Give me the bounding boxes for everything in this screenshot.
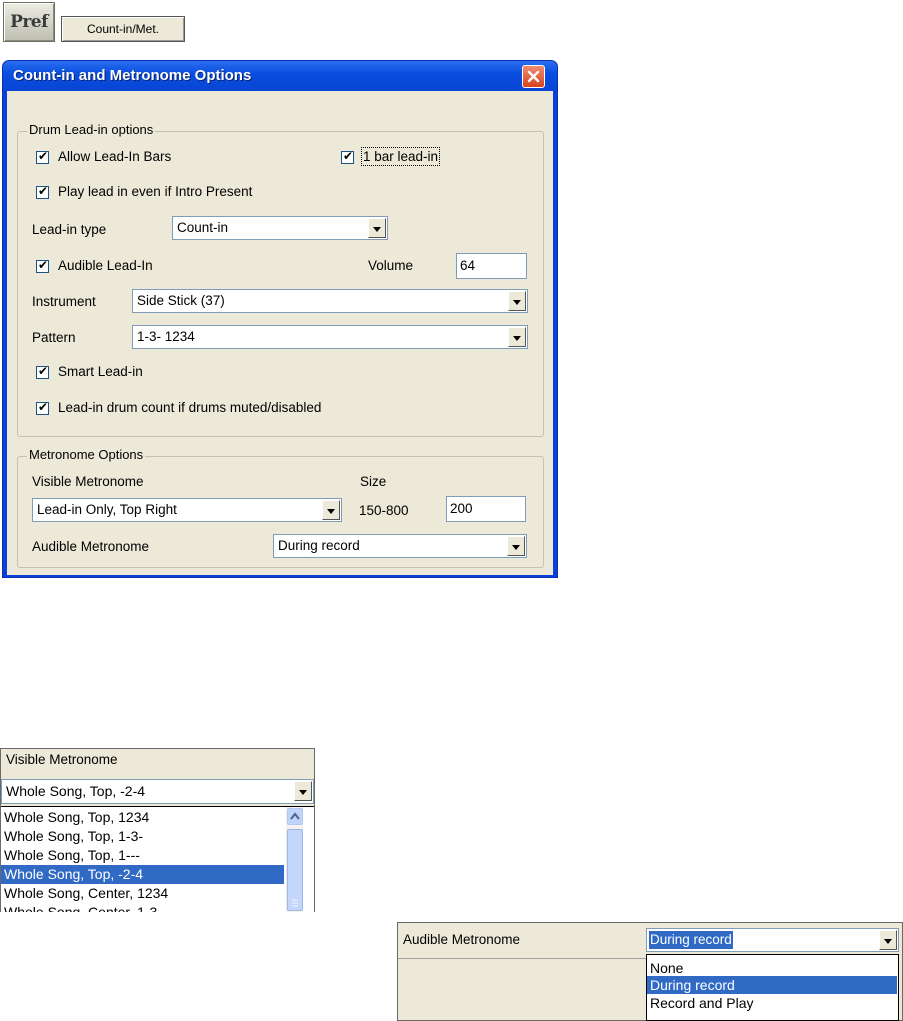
list-item[interactable]: Whole Song, Top, 1-3-: [1, 827, 284, 846]
visible-metronome-select[interactable]: Lead-in Only, Top Right: [32, 498, 342, 522]
grip-icon: [292, 899, 298, 907]
list-item-selected[interactable]: Whole Song, Top, -2-4: [1, 865, 284, 884]
pref-button-label: Pref: [10, 12, 48, 32]
chevron-down-icon[interactable]: [322, 500, 340, 520]
audible-metronome-popup-label: Audible Metronome: [403, 932, 521, 947]
drum-count-muted-label: Lead-in drum count if drums muted/disabl…: [58, 400, 322, 415]
list-item[interactable]: Record and Play: [647, 994, 897, 1012]
size-value: 200: [450, 501, 473, 516]
count-in-metronome-dialog: Count-in and Metronome Options Drum Lead…: [2, 60, 558, 578]
drum-leadin-legend: Drum Lead-in options: [27, 122, 156, 137]
one-bar-leadin-checkbox[interactable]: [341, 149, 354, 164]
pattern-label: Pattern: [32, 330, 76, 345]
size-input[interactable]: 200: [446, 496, 526, 522]
scroll-thumb[interactable]: [287, 829, 303, 911]
audible-leadin-label: Audible Lead-In: [58, 258, 153, 273]
audible-metronome-popup-select[interactable]: During record: [646, 928, 899, 952]
pattern-value: 1-3- 1234: [137, 329, 195, 344]
visible-metronome-list: Whole Song, Top, 1234 Whole Song, Top, 1…: [1, 806, 314, 912]
audible-metronome-select[interactable]: During record: [273, 534, 527, 558]
visible-metronome-label: Visible Metronome: [32, 474, 144, 489]
visible-metronome-popup: Visible Metronome Whole Song, Top, -2-4 …: [0, 748, 315, 912]
leadin-type-label: Lead-in type: [32, 222, 107, 237]
visible-metronome-popup-value: Whole Song, Top, -2-4: [6, 783, 146, 799]
volume-value: 64: [460, 258, 476, 273]
scroll-up-button[interactable]: [287, 808, 303, 825]
list-item[interactable]: None: [647, 960, 897, 976]
divider: [398, 958, 646, 959]
leadin-type-value: Count-in: [177, 220, 229, 235]
size-range-label: 150-800: [359, 503, 409, 518]
list-item-partial[interactable]: Whole Song, Center, 1-3-: [1, 903, 284, 912]
leadin-type-select[interactable]: Count-in: [172, 216, 388, 240]
instrument-value: Side Stick (37): [137, 293, 225, 308]
visible-metronome-popup-label: Visible Metronome: [6, 752, 118, 767]
play-leadin-intro-checkbox[interactable]: [36, 184, 49, 199]
chevron-down-icon[interactable]: [879, 930, 897, 950]
size-label: Size: [360, 474, 387, 489]
play-leadin-intro-label: Play lead in even if Intro Present: [58, 184, 253, 199]
list-item[interactable]: Whole Song, Center, 1234: [1, 884, 284, 903]
chevron-down-icon[interactable]: [294, 781, 312, 801]
audible-metronome-label: Audible Metronome: [32, 539, 150, 554]
instrument-label: Instrument: [32, 294, 96, 309]
drum-count-muted-checkbox[interactable]: [36, 400, 49, 415]
dialog-body: Drum Lead-in options Allow Lead-In Bars …: [7, 91, 553, 575]
chevron-up-icon: [290, 812, 300, 820]
pattern-select[interactable]: 1-3- 1234: [132, 325, 528, 349]
metronome-options-legend: Metronome Options: [27, 447, 146, 462]
instrument-select[interactable]: Side Stick (37): [132, 289, 528, 313]
visible-metronome-value: Lead-in Only, Top Right: [37, 502, 177, 517]
allow-leadin-label: Allow Lead-In Bars: [58, 149, 172, 164]
dialog-title-bar: Count-in and Metronome Options: [3, 61, 557, 91]
chevron-down-icon[interactable]: [508, 291, 526, 311]
close-button[interactable]: [522, 65, 545, 88]
chevron-down-icon[interactable]: [507, 536, 525, 556]
dialog-title: Count-in and Metronome Options: [13, 67, 252, 84]
audible-metronome-value: During record: [278, 538, 360, 553]
audible-metronome-list: None During record Record and Play: [646, 954, 899, 1021]
volume-input[interactable]: 64: [456, 253, 527, 279]
list-item[interactable]: Whole Song, Top, 1---: [1, 846, 284, 865]
close-icon: [527, 70, 540, 83]
audible-metronome-popup-value: During record: [648, 930, 734, 950]
list-scrollbar[interactable]: [286, 807, 303, 912]
smart-leadin-checkbox[interactable]: [36, 364, 49, 379]
visible-metronome-popup-select[interactable]: Whole Song, Top, -2-4: [1, 779, 314, 804]
count-in-metronome-button[interactable]: Count-in/Met.: [61, 16, 185, 42]
volume-label: Volume: [368, 258, 414, 273]
list-item-selected[interactable]: During record: [647, 976, 897, 994]
chevron-down-icon[interactable]: [368, 218, 386, 238]
chevron-down-icon[interactable]: [508, 327, 526, 347]
smart-leadin-label: Smart Lead-in: [58, 364, 143, 379]
drum-leadin-group: [17, 131, 544, 437]
audible-metronome-popup: Audible Metronome During record None Dur…: [397, 922, 903, 1021]
audible-leadin-checkbox[interactable]: [36, 258, 49, 273]
one-bar-leadin-label: 1 bar lead-in: [360, 147, 441, 166]
pref-button[interactable]: Pref: [3, 2, 55, 42]
list-item[interactable]: Whole Song, Top, 1234: [1, 808, 284, 827]
allow-leadin-checkbox[interactable]: [36, 149, 49, 164]
